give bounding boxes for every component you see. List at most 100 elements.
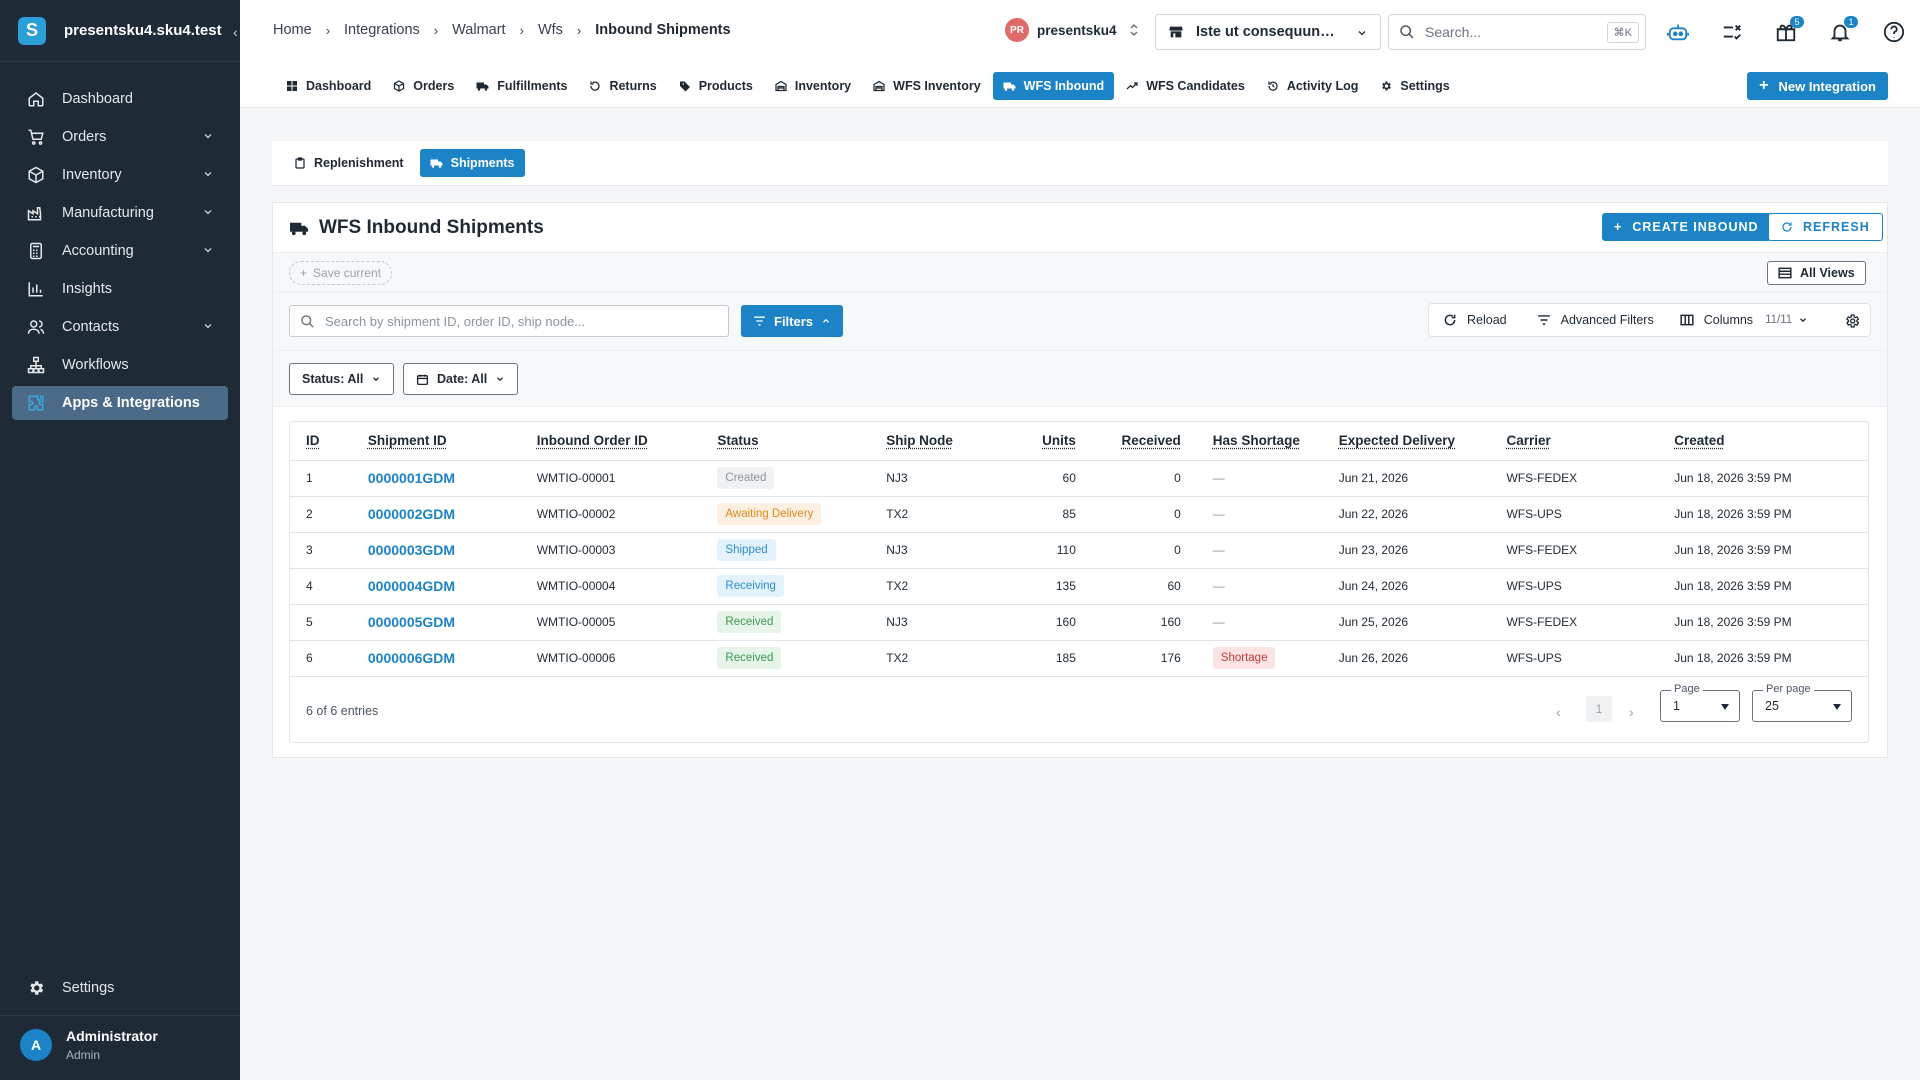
box-icon	[393, 80, 405, 92]
bell-icon[interactable]: 1	[1828, 16, 1858, 44]
cell-units: 135	[1009, 568, 1076, 605]
tab-inventory[interactable]: Inventory	[765, 72, 861, 100]
column-header[interactable]: Received	[1075, 422, 1189, 461]
sidebar-item-apps-integrations[interactable]: Apps & Integrations	[12, 386, 228, 420]
tab-wfs-inventory[interactable]: WFS Inventory	[863, 72, 991, 100]
shipment-id-link[interactable]: 0000005GDM	[368, 614, 455, 630]
tab-label: Inventory	[794, 79, 852, 93]
tab-products[interactable]: Products	[669, 72, 763, 100]
sidebar-item-workflows[interactable]: Workflows	[12, 348, 228, 382]
column-header[interactable]: Expected Delivery	[1324, 422, 1505, 461]
reload-button[interactable]: Reload	[1443, 313, 1507, 327]
search-icon	[1399, 24, 1415, 40]
contacts-icon	[26, 317, 46, 337]
shipment-id-link[interactable]: 0000002GDM	[368, 506, 455, 522]
subtab-shipments[interactable]: Shipments	[419, 149, 525, 177]
table-row[interactable]: 6 0000006GDM WMTIO-00006 Received TX2 185 176 S…	[290, 640, 1868, 677]
sidebar-item-orders[interactable]: Orders	[12, 120, 228, 154]
advanced-filters-button[interactable]: Advanced Filters	[1537, 313, 1654, 327]
sidebar-item-inventory[interactable]: Inventory	[12, 158, 228, 192]
columns-button[interactable]: Columns 11/11	[1680, 313, 1808, 327]
cell-shipment-id[interactable]: 0000002GDM	[367, 496, 537, 533]
tab-dashboard[interactable]: Dashboard	[276, 72, 381, 100]
save-current-view-button[interactable]: + Save current	[289, 261, 393, 285]
refresh-button[interactable]: REFRESH	[1768, 213, 1883, 241]
breadcrumb-walmart[interactable]: Walmart	[452, 22, 505, 38]
puzzle-icon	[26, 393, 46, 413]
pagination-current-page[interactable]: 1	[1586, 696, 1612, 722]
status-filter-dropdown[interactable]: Status: All	[289, 363, 395, 395]
subtab-replenishment[interactable]: Replenishment	[284, 149, 414, 177]
cell-shipment-id[interactable]: 0000006GDM	[367, 640, 537, 677]
breadcrumb-wfs[interactable]: Wfs	[538, 22, 563, 38]
table-row[interactable]: 4 0000004GDM WMTIO-00004 Receiving TX2 135 60 —…	[290, 568, 1868, 605]
new-integration-button[interactable]: + New Integration	[1747, 72, 1888, 100]
filters-button[interactable]: Filters	[741, 305, 844, 337]
shipment-id-link[interactable]: 0000001GDM	[368, 470, 455, 486]
column-header[interactable]: Carrier	[1504, 422, 1653, 461]
sidebar-item-dashboard[interactable]: Dashboard	[12, 82, 228, 116]
cell-expected-delivery: Jun 26, 2026	[1324, 640, 1505, 677]
cell-shipment-id[interactable]: 0000001GDM	[367, 460, 537, 497]
tab-wfs-candidates[interactable]: WFS Candidates	[1116, 72, 1255, 100]
tab-returns[interactable]: Returns	[579, 72, 666, 100]
table-row[interactable]: 3 0000003GDM WMTIO-00003 Shipped NJ3 110 0 — Jun…	[290, 532, 1868, 569]
chevron-right-icon[interactable]: ›	[1629, 704, 1634, 720]
cell-shipment-id[interactable]: 0000003GDM	[367, 532, 537, 569]
cell-received: 0	[1075, 496, 1189, 533]
shipment-search-input[interactable]: Search by shipment ID, order ID, ship no…	[289, 305, 729, 337]
tab-activity-log[interactable]: Activity Log	[1257, 72, 1369, 100]
column-header[interactable]: ID	[290, 422, 368, 461]
gift-icon[interactable]: 5	[1774, 16, 1804, 44]
shipment-id-link[interactable]: 0000004GDM	[368, 578, 455, 594]
shipment-id-link[interactable]: 0000006GDM	[368, 650, 455, 666]
cell-status: Receiving	[717, 568, 887, 605]
column-header[interactable]: Ship Node	[886, 422, 1010, 461]
column-header[interactable]: Shipment ID	[367, 422, 537, 461]
cell-expected-delivery: Jun 24, 2026	[1324, 568, 1505, 605]
date-filter-dropdown[interactable]: Date: All	[403, 363, 519, 395]
chevron-left-icon[interactable]: ‹	[1556, 704, 1561, 720]
table-row[interactable]: 1 0000001GDM WMTIO-00001 Created NJ3 60 0 — Jun …	[290, 460, 1868, 497]
cell-has-shortage: —	[1188, 460, 1325, 497]
table-row[interactable]: 5 0000005GDM WMTIO-00005 Received NJ3 160 160—…	[290, 604, 1868, 641]
help-icon[interactable]	[1882, 20, 1906, 44]
collapse-sidebar-icon[interactable]: ‹	[233, 24, 238, 40]
all-views-button[interactable]: All Views	[1767, 261, 1866, 285]
status-filter-label: Status: All	[302, 372, 364, 386]
tasks-icon[interactable]	[1720, 20, 1744, 44]
sidebar-item-contacts[interactable]: Contacts	[12, 310, 228, 344]
advanced-filters-label: Advanced Filters	[1560, 313, 1654, 327]
tab-orders[interactable]: Orders	[383, 72, 464, 100]
cell-shipment-id[interactable]: 0000005GDM	[367, 604, 537, 641]
table-settings-gear-icon[interactable]	[1844, 313, 1860, 329]
create-inbound-button[interactable]: + CREATE INBOUND	[1602, 213, 1771, 241]
column-header[interactable]: Has Shortage	[1188, 422, 1325, 461]
store-select[interactable]: Iste ut consequun…	[1155, 14, 1381, 50]
user-profile[interactable]: A Administrator Admin	[0, 1015, 240, 1080]
sidebar-item-insights[interactable]: Insights	[12, 272, 228, 306]
table-row[interactable]: 2 0000002GDM WMTIO-00002 Awaiting Delivery T…	[290, 496, 1868, 533]
sidebar-item-accounting[interactable]: Accounting	[12, 234, 228, 268]
sidebar-item-manufacturing[interactable]: Manufacturing	[12, 196, 228, 230]
column-header[interactable]: Status	[717, 422, 887, 461]
breadcrumb-integrations[interactable]: Integrations	[344, 22, 420, 38]
column-header[interactable]: Created	[1652, 422, 1868, 461]
column-header[interactable]: Units	[1009, 422, 1076, 461]
sidebar-item-settings[interactable]: Settings	[12, 971, 228, 1005]
tab-settings[interactable]: Settings	[1370, 72, 1459, 100]
page-select[interactable]: Page 1	[1660, 683, 1740, 722]
breadcrumb-home[interactable]: Home	[273, 22, 312, 38]
per-page-select[interactable]: Per page 25	[1752, 683, 1852, 722]
global-search[interactable]: Search... ⌘K	[1388, 14, 1646, 50]
cell-shipment-id[interactable]: 0000004GDM	[367, 568, 537, 605]
org-switcher[interactable]: PR presentsku4	[1005, 18, 1139, 42]
shipment-id-link[interactable]: 0000003GDM	[368, 542, 455, 558]
filter-icon	[753, 315, 766, 327]
cell-id: 2	[290, 496, 368, 533]
tab-wfs-inbound[interactable]: WFS Inbound	[992, 72, 1115, 100]
brand[interactable]: S presentsku4.sku4.test	[0, 0, 240, 62]
column-header[interactable]: Inbound Order ID	[536, 422, 718, 461]
robot-icon[interactable]	[1666, 20, 1690, 44]
tab-fulfillments[interactable]: Fulfillments	[466, 72, 577, 100]
